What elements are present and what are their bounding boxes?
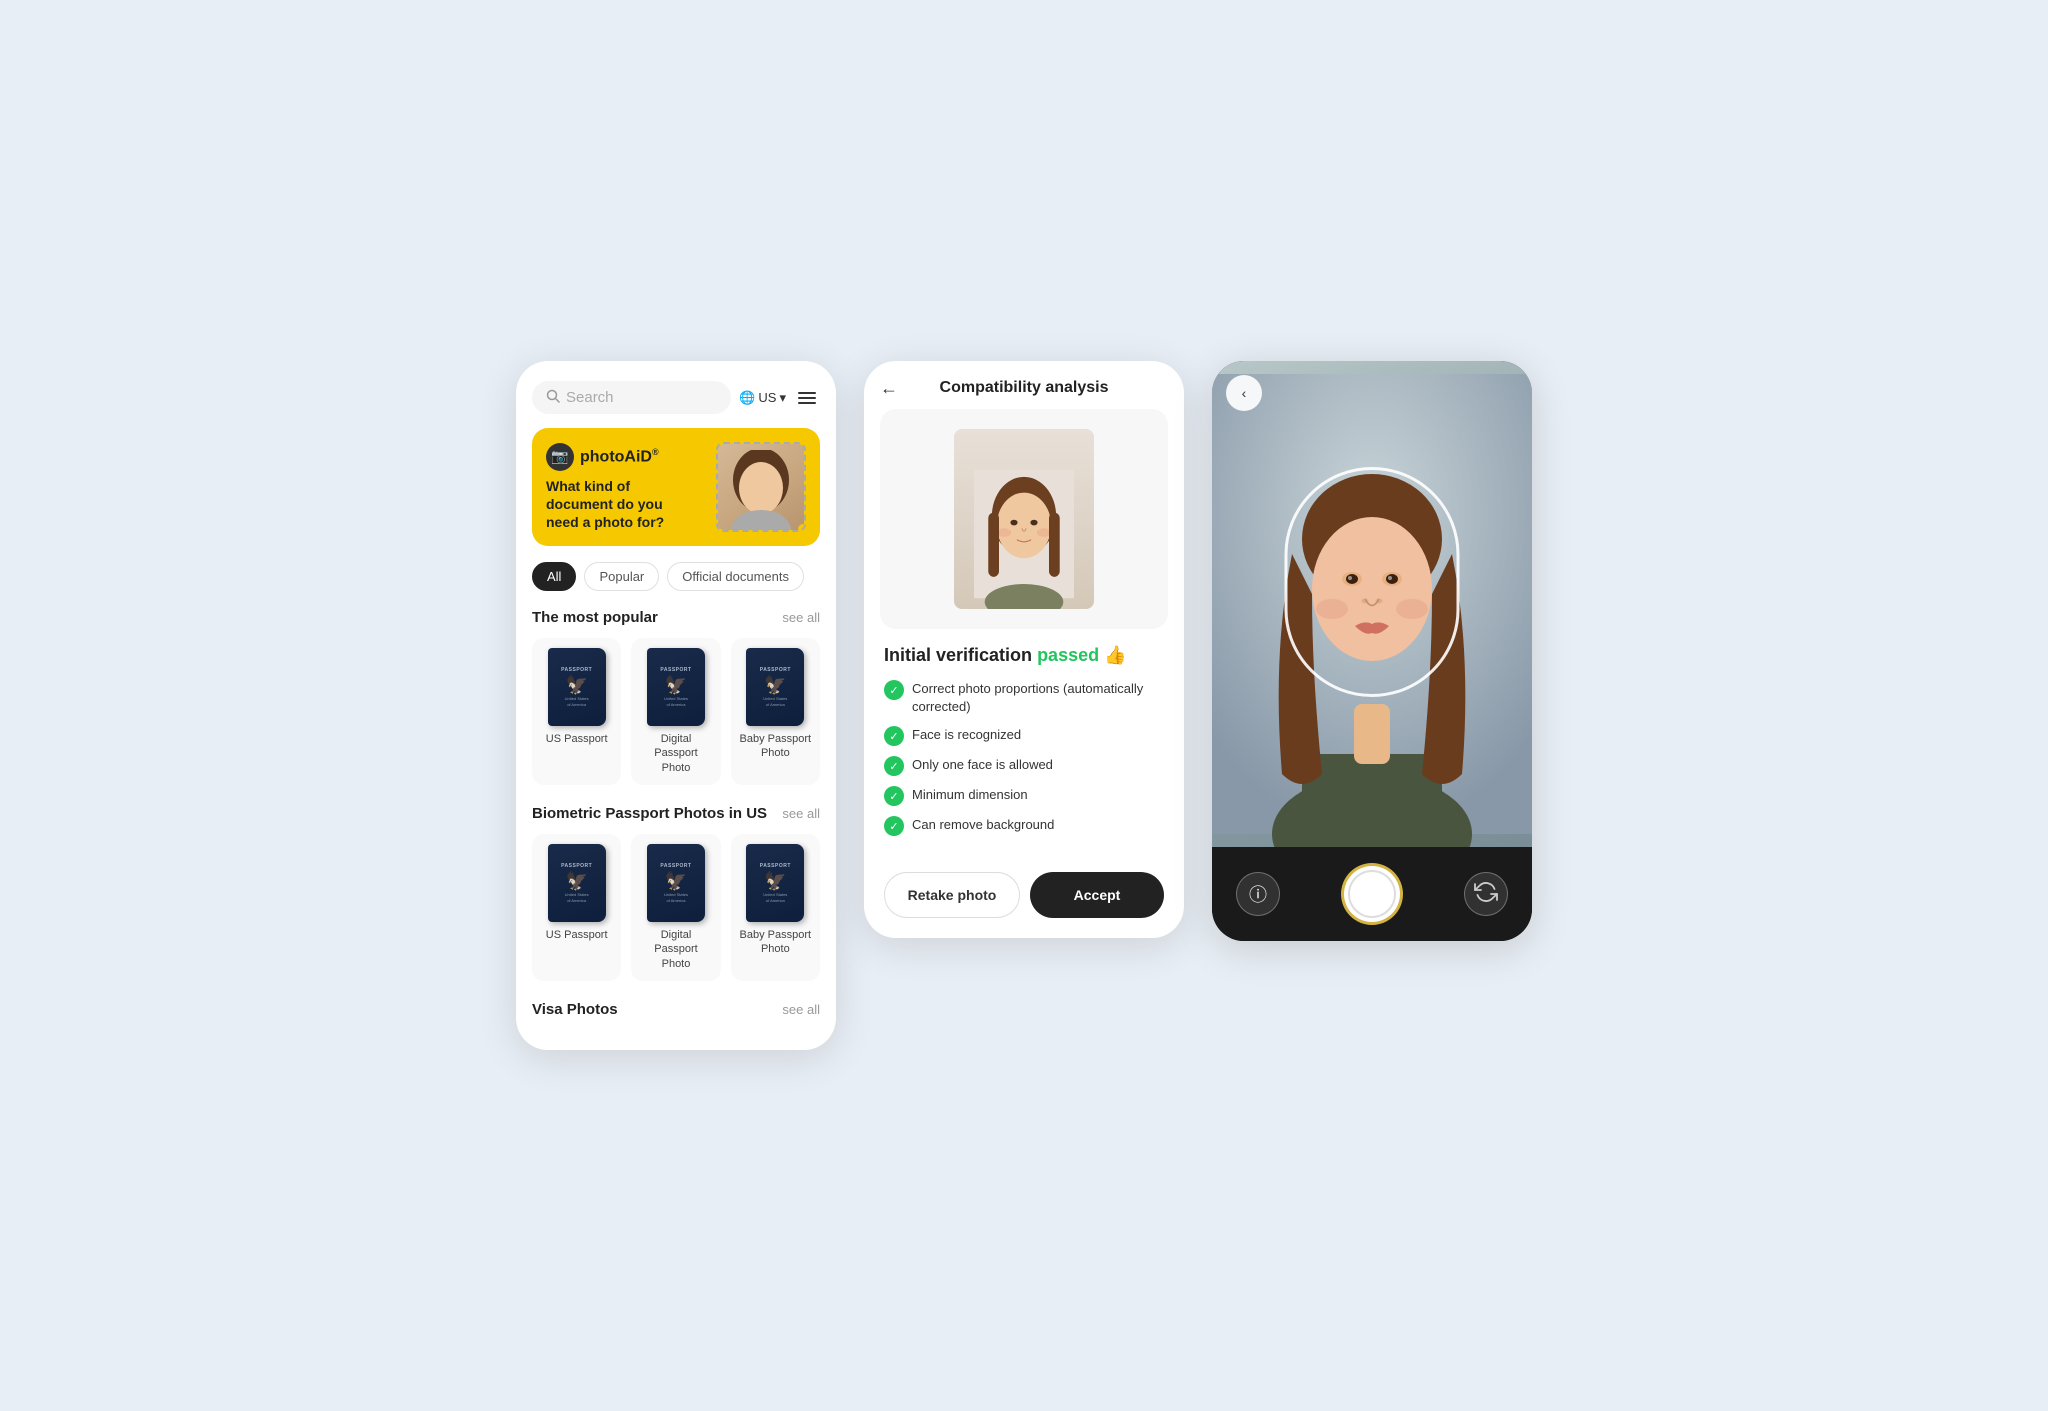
- check-item-3: ✓ Only one face is allowed: [884, 756, 1164, 776]
- check-text-4: Minimum dimension: [912, 786, 1028, 804]
- passport-card-1-label: US Passport: [546, 732, 608, 746]
- screen3: ‹ ⓘ: [1212, 361, 1532, 941]
- bio-book-1: PASSPORT 🦅 United Statesof America: [548, 844, 606, 922]
- retake-button[interactable]: Retake photo: [884, 872, 1020, 918]
- chevron-down-icon: ▾: [779, 390, 786, 406]
- camera-controls: ⓘ: [1212, 847, 1532, 941]
- camera-view: ‹: [1212, 361, 1532, 847]
- verification-emoji: 👍: [1104, 645, 1126, 665]
- screens-container: Search 🌐 US ▾ 📷 photoAiD® What kind of d…: [516, 361, 1532, 1050]
- section3-header: Visa Photos see all: [532, 1001, 820, 1018]
- face-outline: [1285, 467, 1460, 697]
- bio-book-3: PASSPORT 🦅 United Statesof America: [746, 844, 804, 922]
- banner[interactable]: 📷 photoAiD® What kind of document do you…: [532, 428, 820, 546]
- check-icon-1: ✓: [884, 680, 904, 700]
- passport-card-2-label: Digital Passport Photo: [639, 732, 712, 775]
- section3-title: Visa Photos: [532, 1001, 618, 1018]
- passport-card-1[interactable]: PASSPORT 🦅 United Statesof America US Pa…: [532, 638, 621, 785]
- bio-card-2-label: Digital Passport Photo: [639, 928, 712, 971]
- language-button[interactable]: 🌐 US ▾: [739, 390, 786, 406]
- accept-button[interactable]: Accept: [1030, 872, 1164, 918]
- check-item-4: ✓ Minimum dimension: [884, 786, 1164, 806]
- section1-title: The most popular: [532, 609, 658, 626]
- search-bar[interactable]: Search: [532, 381, 731, 414]
- globe-icon: 🌐: [739, 390, 755, 406]
- filter-tabs: All Popular Official documents: [532, 562, 820, 591]
- photo-preview: [880, 409, 1168, 629]
- check-text-1: Correct photo proportions (automatically…: [912, 680, 1164, 716]
- flip-camera-button[interactable]: [1464, 872, 1508, 916]
- section2-title: Biometric Passport Photos in US: [532, 805, 767, 822]
- passport-card-2[interactable]: PASSPORT 🦅 United Statesof America Digit…: [631, 638, 720, 785]
- search-icon: [546, 389, 560, 406]
- section3-see-all[interactable]: see all: [782, 1002, 820, 1017]
- section2-cards: PASSPORT 🦅 United Statesof America US Pa…: [532, 834, 820, 981]
- section1-header: The most popular see all: [532, 609, 820, 626]
- bio-card-3[interactable]: PASSPORT 🦅 United Statesof America Baby …: [731, 834, 820, 981]
- verification-title: Initial verification passed 👍: [884, 645, 1164, 666]
- corner-marker: [798, 524, 806, 532]
- check-icon-5: ✓: [884, 816, 904, 836]
- screen2-title: Compatibility analysis: [940, 379, 1109, 397]
- check-list: ✓ Correct photo proportions (automatical…: [884, 680, 1164, 836]
- hamburger-menu[interactable]: [794, 388, 820, 408]
- shutter-button[interactable]: [1341, 863, 1403, 925]
- shutter-inner: [1348, 870, 1396, 918]
- screen2: ← Compatibility analysis: [864, 361, 1184, 938]
- passport-card-3-label: Baby Passport Photo: [739, 732, 812, 761]
- bio-book-2: PASSPORT 🦅 United Statesof America: [647, 844, 705, 922]
- passport-book-1: PASSPORT 🦅 United Statesof America: [548, 648, 606, 726]
- bio-card-2[interactable]: PASSPORT 🦅 United Statesof America Digit…: [631, 834, 720, 981]
- section1-cards: PASSPORT 🦅 United Statesof America US Pa…: [532, 638, 820, 785]
- screen1-header: Search 🌐 US ▾: [532, 381, 820, 414]
- screen2-header: ← Compatibility analysis: [864, 361, 1184, 409]
- info-icon: ⓘ: [1249, 881, 1267, 907]
- filter-tab-popular[interactable]: Popular: [584, 562, 659, 591]
- logo-icon: 📷: [546, 443, 574, 471]
- passport-card-3[interactable]: PASSPORT 🦅 United Statesof America Baby …: [731, 638, 820, 785]
- lang-label: US: [758, 390, 776, 405]
- passport-book-2: PASSPORT 🦅 United Statesof America: [647, 648, 705, 726]
- action-buttons: Retake photo Accept: [864, 872, 1184, 938]
- banner-photo: [716, 442, 806, 532]
- screen2-body: Initial verification passed 👍 ✓ Correct …: [864, 629, 1184, 872]
- passport-book-3: PASSPORT 🦅 United Statesof America: [746, 648, 804, 726]
- back-chevron-icon: ‹: [1242, 385, 1247, 401]
- bio-card-1-label: US Passport: [546, 928, 608, 942]
- check-text-5: Can remove background: [912, 816, 1054, 834]
- logo-row: 📷 photoAiD®: [546, 443, 686, 471]
- info-button[interactable]: ⓘ: [1236, 872, 1280, 916]
- check-item-5: ✓ Can remove background: [884, 816, 1164, 836]
- photo-preview-inner: [954, 429, 1094, 609]
- check-item-2: ✓ Face is recognized: [884, 726, 1164, 746]
- camera-bg: ‹: [1212, 361, 1532, 847]
- filter-tab-all[interactable]: All: [532, 562, 576, 591]
- check-icon-4: ✓: [884, 786, 904, 806]
- screen1: Search 🌐 US ▾ 📷 photoAiD® What kind of d…: [516, 361, 836, 1050]
- back-button[interactable]: ←: [880, 378, 898, 399]
- bio-card-3-label: Baby Passport Photo: [739, 928, 812, 957]
- filter-tab-official[interactable]: Official documents: [667, 562, 804, 591]
- face-illustration: [974, 459, 1074, 609]
- check-icon-3: ✓: [884, 756, 904, 776]
- check-icon-2: ✓: [884, 726, 904, 746]
- logo-name: photoAiD®: [580, 447, 659, 466]
- banner-question: What kind of document do you need a phot…: [546, 477, 686, 532]
- check-item-1: ✓ Correct photo proportions (automatical…: [884, 680, 1164, 716]
- section2-see-all[interactable]: see all: [782, 806, 820, 821]
- flip-icon: [1474, 880, 1498, 909]
- check-text-3: Only one face is allowed: [912, 756, 1053, 774]
- verification-status: passed: [1037, 645, 1099, 665]
- bio-card-1[interactable]: PASSPORT 🦅 United Statesof America US Pa…: [532, 834, 621, 981]
- check-text-2: Face is recognized: [912, 726, 1021, 744]
- search-placeholder: Search: [566, 389, 614, 406]
- section1-see-all[interactable]: see all: [782, 610, 820, 625]
- section2-header: Biometric Passport Photos in US see all: [532, 805, 820, 822]
- camera-back-button[interactable]: ‹: [1226, 375, 1262, 411]
